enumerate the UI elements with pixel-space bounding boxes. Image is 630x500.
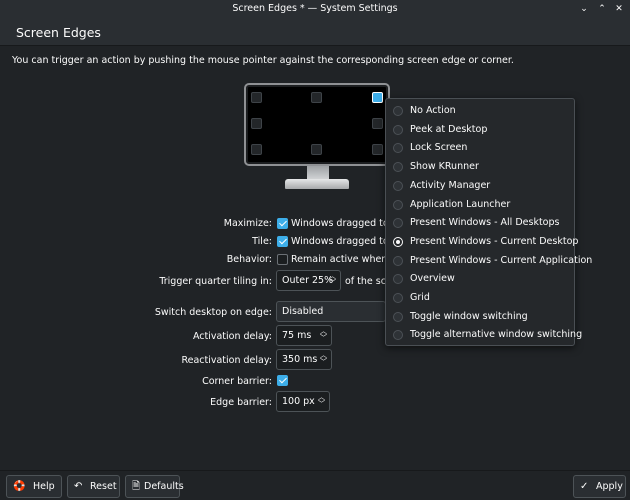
edge-barrier-value: 100 px (282, 396, 315, 407)
footer-bar: 🛟 Help ↶ Reset 🗎 Defaults ✓ Apply (0, 470, 630, 500)
maximize-label: Maximize: (223, 218, 272, 229)
window-titlebar: Screen Edges * — System Settings ⌄ ⌃ ✕ (0, 0, 630, 18)
defaults-button-label: Defaults (144, 481, 184, 492)
switch-desktop-combo[interactable]: Disabled (276, 301, 386, 322)
radio-icon (393, 311, 403, 322)
reset-button[interactable]: ↶ Reset (67, 475, 120, 498)
quarter-tiling-value: Outer 25% (282, 275, 334, 286)
menu-item-label: Application Launcher (410, 198, 511, 210)
menu-item[interactable]: Activity Manager (386, 177, 574, 195)
menu-item-label: Toggle alternative window switching (410, 329, 583, 341)
menu-item[interactable]: Present Windows - Current Desktop (386, 233, 578, 251)
activation-delay-spinbox[interactable]: 75 ms ︿ ﹀ (276, 325, 332, 346)
radio-icon (393, 274, 403, 285)
menu-item-label: Show KRunner (410, 161, 479, 173)
defaults-button[interactable]: 🗎 Defaults (125, 475, 184, 498)
menu-item-label: Toggle window switching (410, 310, 528, 322)
radio-icon (393, 255, 403, 266)
radio-icon (393, 218, 403, 229)
radio-icon (393, 293, 403, 303)
edge-left[interactable] (251, 118, 262, 129)
behavior-checkbox[interactable] (277, 254, 288, 265)
spin-arrows-icon[interactable]: ︿ ﹀ (320, 328, 327, 342)
menu-item-label: Overview (410, 273, 455, 285)
menu-item-label: No Action (410, 105, 456, 116)
edge-top-right[interactable] (372, 92, 383, 103)
menu-item[interactable]: Application Launcher (386, 196, 574, 214)
activation-delay-label: Activation delay: (192, 331, 272, 342)
menu-item[interactable]: Grid (386, 289, 574, 307)
spin-arrows-icon[interactable]: ︿ ﹀ (329, 273, 336, 287)
radio-icon (393, 124, 403, 135)
window-title: Screen Edges * — System Settings (232, 3, 398, 14)
corner-barrier-label: Corner barrier: (202, 376, 272, 387)
quarter-tiling-spinbox[interactable]: Outer 25% ︿ ﹀ (276, 270, 341, 291)
spin-arrows-icon[interactable]: ︿ ﹀ (320, 352, 327, 366)
corner-barrier-checkbox[interactable] (277, 375, 288, 386)
monitor-stand-base (285, 179, 349, 189)
menu-item-label: Grid (410, 292, 430, 303)
help-icon: 🛟 (13, 481, 26, 492)
radio-icon (393, 330, 403, 341)
undo-icon: ↶ (74, 481, 83, 492)
reactivation-delay-label: Reactivation delay: (181, 355, 272, 366)
radio-icon (393, 162, 403, 173)
menu-item[interactable]: Toggle alternative window switching (386, 326, 582, 344)
tile-label: Tile: (252, 236, 272, 247)
menu-item[interactable]: No Action (386, 102, 574, 120)
edge-top[interactable] (311, 92, 322, 103)
menu-item[interactable]: Overview (386, 270, 574, 288)
menu-item-label: Activity Manager (410, 179, 491, 191)
activation-delay-value: 75 ms (282, 330, 312, 341)
quarter-tiling-label: Trigger quarter tiling in: (159, 276, 272, 287)
monitor-preview (244, 83, 390, 166)
edge-right[interactable] (372, 118, 383, 129)
help-button-label: Help (33, 481, 55, 492)
radio-icon (393, 106, 403, 116)
page-description: You can trigger an action by pushing the… (12, 55, 514, 66)
radio-icon (393, 143, 403, 154)
radio-icon (393, 236, 403, 247)
help-button[interactable]: 🛟 Help (6, 475, 62, 498)
menu-item-label: Present Windows - All Desktops (410, 217, 560, 229)
tile-checkbox[interactable] (277, 236, 288, 247)
radio-icon (393, 199, 403, 210)
switch-desktop-label: Switch desktop on edge: (154, 307, 272, 318)
menu-item-label: Present Windows - Current Desktop (410, 235, 579, 247)
checkmark-icon: ✓ (580, 481, 589, 492)
edge-bottom[interactable] (311, 144, 322, 155)
reactivation-delay-value: 350 ms (282, 354, 318, 365)
edge-barrier-spinbox[interactable]: 100 px ︿ ﹀ (276, 391, 330, 412)
behavior-label: Behavior: (226, 254, 272, 265)
menu-item[interactable]: Show KRunner (386, 158, 574, 176)
maximize-icon[interactable]: ⌃ (596, 3, 608, 15)
radio-icon (393, 180, 403, 191)
edge-top-left[interactable] (251, 92, 262, 103)
spin-arrows-icon[interactable]: ︿ ﹀ (318, 394, 325, 408)
menu-item[interactable]: Peek at Desktop (386, 121, 574, 139)
menu-item[interactable]: Lock Screen (386, 139, 574, 157)
edge-bottom-left[interactable] (251, 144, 262, 155)
switch-desktop-value: Disabled (282, 306, 324, 317)
edge-action-menu: No Action Peek at Desktop Lock Screen Show … (385, 98, 592, 346)
reset-button-label: Reset (90, 481, 117, 492)
close-icon[interactable]: ✕ (613, 3, 625, 15)
menu-item-label: Peek at Desktop (410, 123, 488, 135)
edge-barrier-label: Edge barrier: (210, 397, 272, 408)
minimize-icon[interactable]: ⌄ (578, 3, 590, 15)
menu-item-label: Lock Screen (410, 142, 468, 154)
page-header: Screen Edges (0, 18, 630, 46)
edge-bottom-right[interactable] (372, 144, 383, 155)
monitor-stand-neck (307, 166, 329, 180)
menu-item[interactable]: Toggle window switching (386, 308, 574, 326)
menu-item[interactable]: Present Windows - Current Application (386, 252, 592, 270)
menu-item-label: Present Windows - Current Application (410, 254, 593, 266)
document-icon: 🗎 (132, 481, 141, 492)
apply-button-label: Apply (596, 481, 623, 492)
reactivation-delay-spinbox[interactable]: 350 ms ︿ ﹀ (276, 349, 332, 370)
maximize-checkbox[interactable] (277, 218, 288, 229)
menu-item[interactable]: Present Windows - All Desktops (386, 214, 574, 232)
page-title: Screen Edges (16, 25, 101, 40)
apply-button[interactable]: ✓ Apply (573, 475, 626, 498)
